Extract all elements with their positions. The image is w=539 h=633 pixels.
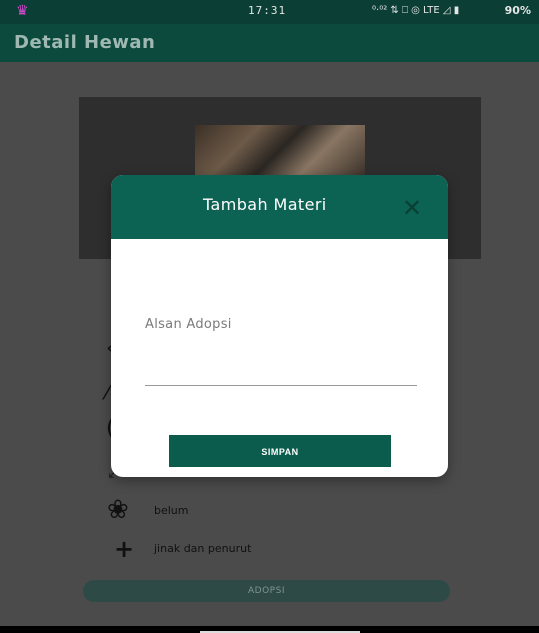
status-icons: ⁰·⁰² ⇅ ⎕ ◎ LTE ◿ ▮	[372, 5, 460, 16]
toy-icon: ❀	[107, 495, 129, 525]
pet-photo	[195, 125, 365, 175]
plus-icon: +	[114, 535, 135, 563]
partial-glyph: ⁄	[106, 380, 110, 405]
page-title: Detail Hewan	[14, 32, 156, 53]
status-time: 17:31	[248, 4, 287, 17]
detail-row-text: belum	[154, 504, 189, 517]
detail-row-text: jinak dan penurut	[154, 542, 252, 555]
adopsi-button[interactable]: ADOPSI	[83, 580, 450, 602]
crown-icon: ♛	[16, 3, 29, 19]
dialog: Tambah Materi ✕ Alsan Adopsi SIMPAN	[111, 175, 448, 477]
adoption-reason-input[interactable]	[145, 365, 417, 386]
simpan-button[interactable]: SIMPAN	[169, 435, 391, 467]
status-bar: ♛ 17:31 ⁰·⁰² ⇅ ⎕ ◎ LTE ◿ ▮ 90%	[0, 0, 539, 24]
dialog-header: Tambah Materi ✕	[111, 175, 448, 239]
app-bar: Detail Hewan	[0, 24, 539, 62]
battery-level: 90%	[504, 4, 531, 17]
close-icon[interactable]: ✕	[399, 195, 425, 221]
dialog-title: Tambah Materi	[203, 195, 327, 214]
field-label: Alsan Adopsi	[145, 317, 232, 332]
